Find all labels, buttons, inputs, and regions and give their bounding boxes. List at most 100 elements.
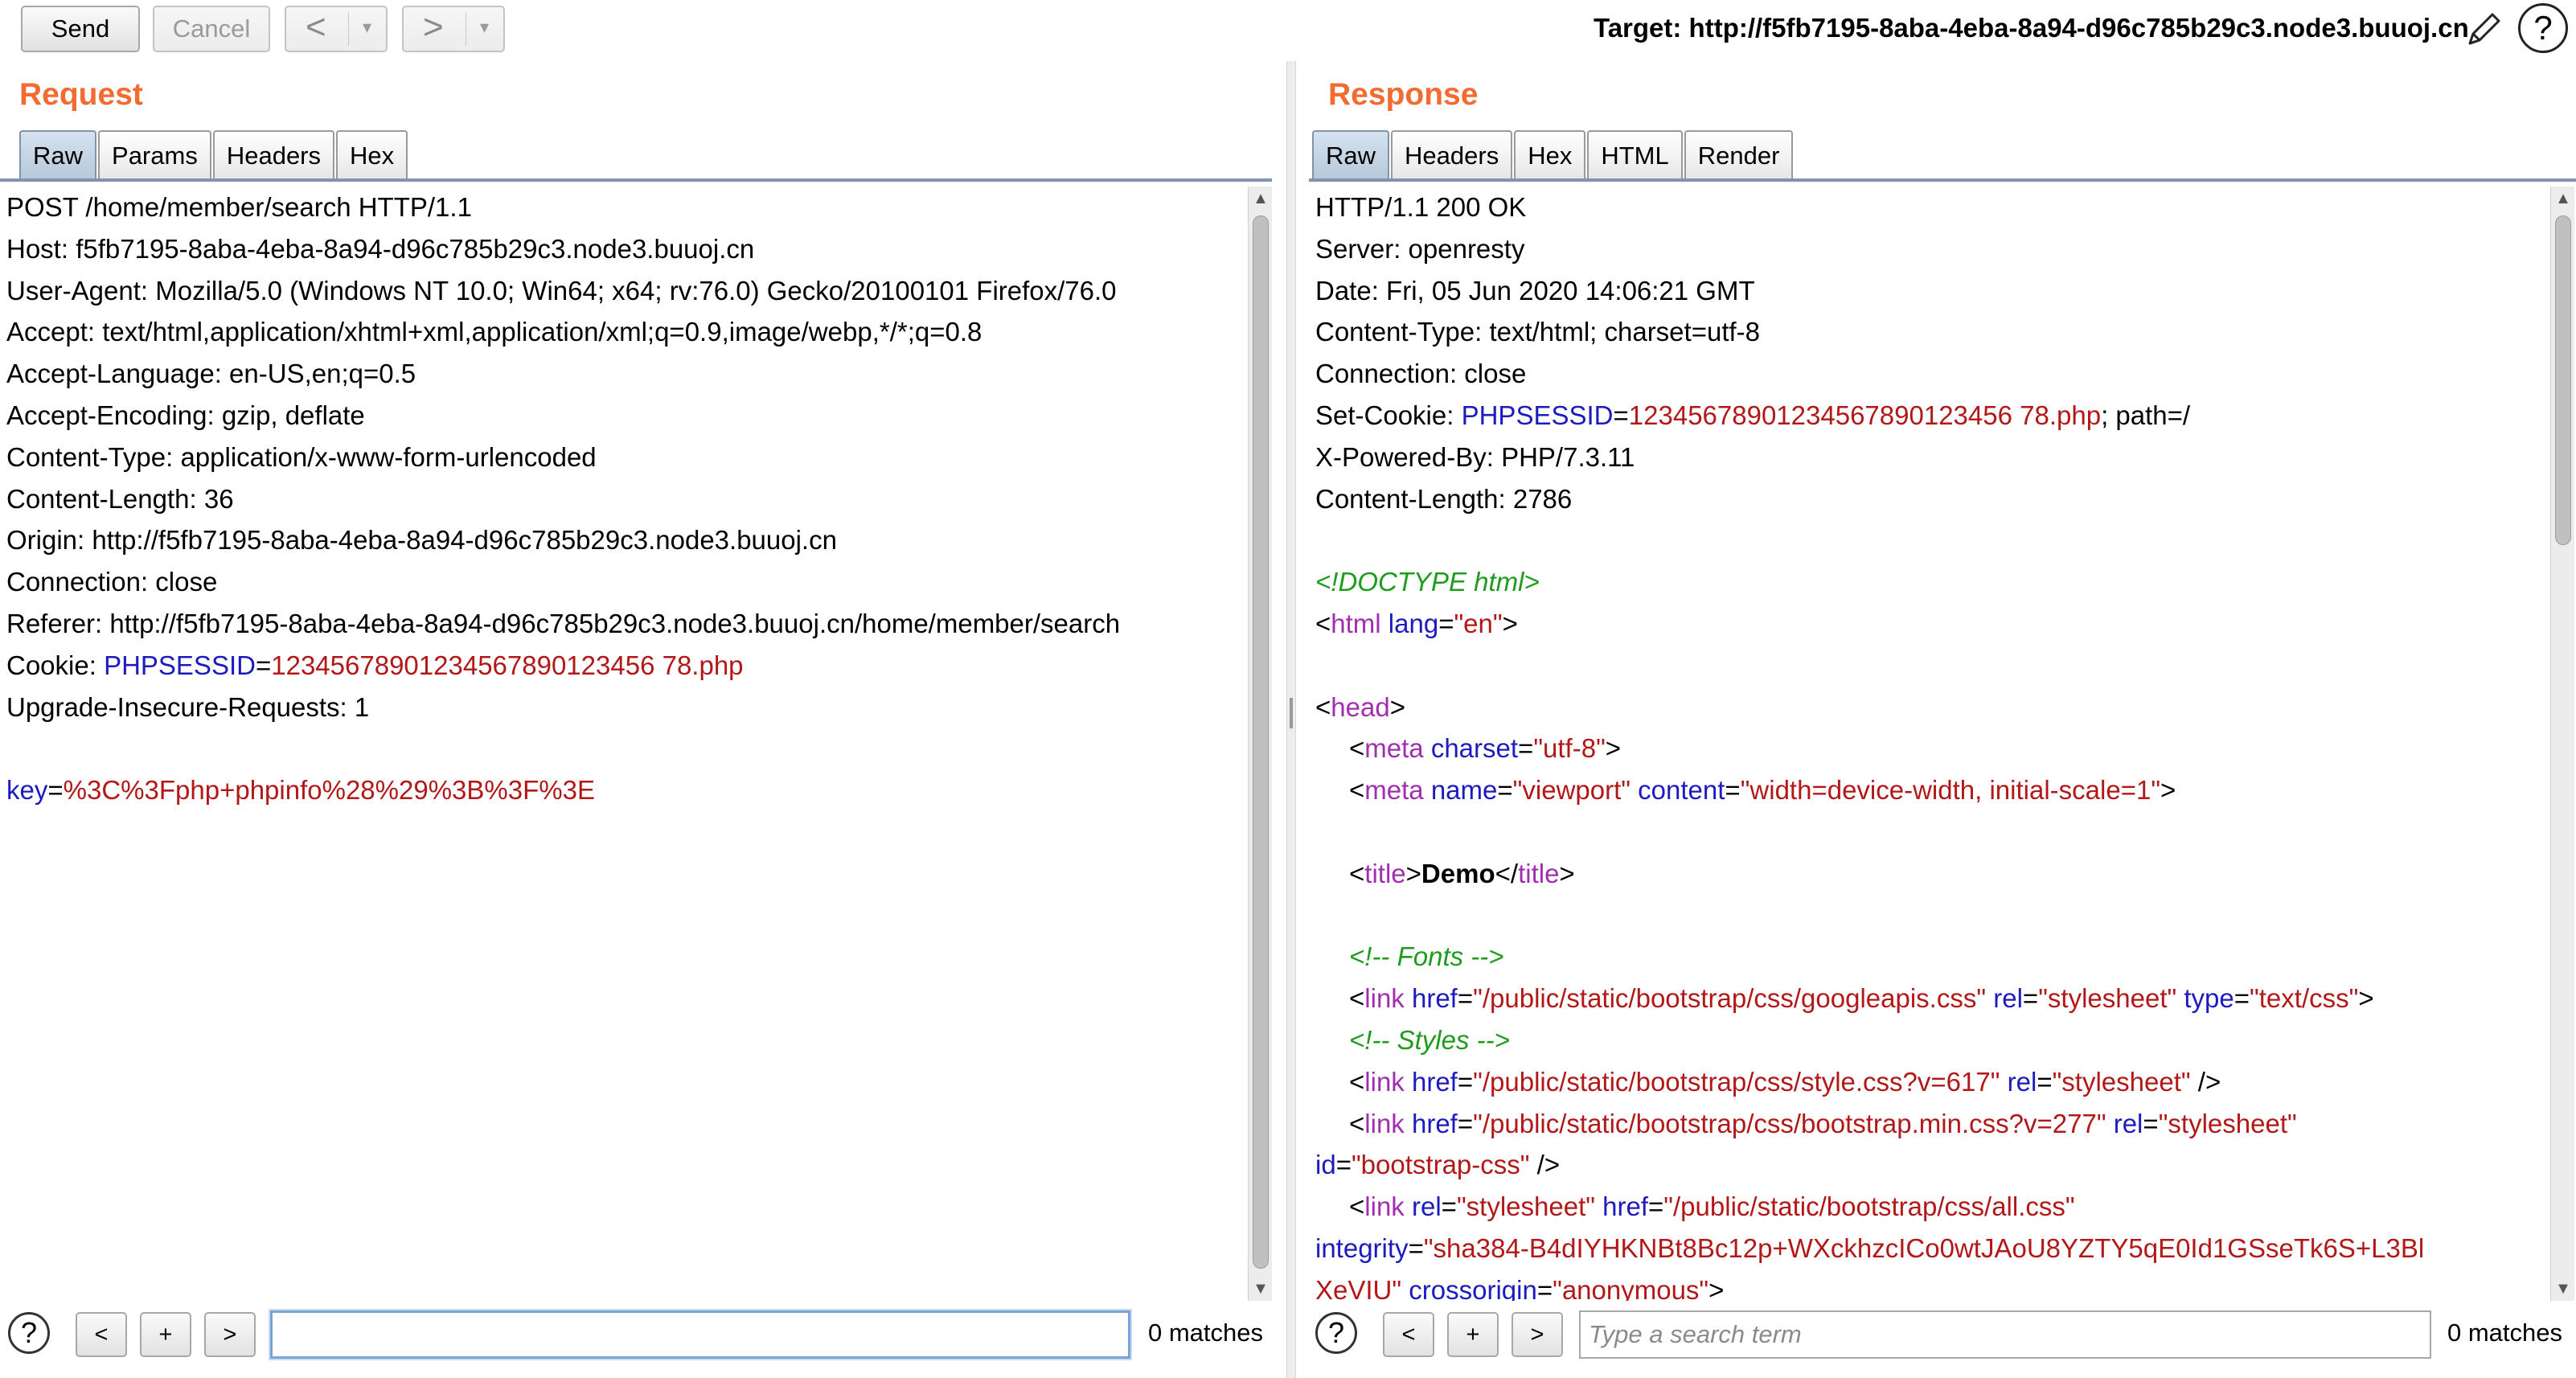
add-match-button[interactable]: +: [1447, 1312, 1499, 1357]
next-match-button[interactable]: >: [204, 1312, 256, 1357]
integrity-line-cont: XeVIU" crossorigin="anonymous">: [1309, 1269, 2550, 1301]
integrity-line: integrity="sha384-B4dIYHKNBt8Bc12p+WXckh…: [1315, 1232, 2425, 1263]
request-body: key=%3C%3Fphp+phpinfo%28%29%3B%3F%3E: [0, 769, 1248, 811]
previous-match-button[interactable]: <: [76, 1312, 127, 1357]
html-open-tag: <html lang="en">: [1315, 608, 1518, 638]
doctype-line: <!DOCTYPE html>: [1315, 567, 1540, 597]
response-header-connection: Connection: close: [1315, 359, 1527, 389]
attr-value: "/public/static/bootstrap/css/googleapis…: [1473, 983, 1987, 1014]
link-bootstrap-tag: <link href="/public/static/bootstrap/css…: [1349, 1108, 2297, 1138]
cookie-label: Cookie:: [6, 650, 105, 680]
scroll-thumb[interactable]: [2555, 215, 2571, 545]
response-header-server: Server: openresty: [1315, 233, 1525, 264]
request-header-user-agent: User-Agent: Mozilla/5.0 (Windows NT 10.0…: [6, 275, 1117, 306]
status-line: HTTP/1.1 200 OK: [1315, 192, 1527, 222]
attr-value: "en": [1454, 608, 1503, 638]
cookie-name: PHPSESSID: [1461, 400, 1614, 430]
attr-value: "stylesheet": [2038, 983, 2177, 1014]
request-header-accept-encoding: Accept-Encoding: gzip, deflate: [6, 400, 365, 430]
attr-value: "viewport": [1512, 775, 1631, 806]
request-editor[interactable]: POST /home/member/search HTTP/1.1 Host: …: [0, 187, 1248, 1301]
tab-headers[interactable]: Headers: [212, 130, 335, 180]
request-header-origin: Origin: http://f5fb7195-8aba-4eba-8a94-d…: [6, 525, 837, 556]
title-text: Demo: [1421, 858, 1495, 888]
response-header-powered-by: X-Powered-By: PHP/7.3.11: [1315, 441, 1635, 472]
help-icon[interactable]: ?: [2518, 3, 2568, 53]
chevron-left-icon: <: [306, 7, 326, 47]
request-search-bar: ? < + > 0 matches: [0, 1306, 1286, 1365]
request-header-upgrade: Upgrade-Insecure-Requests: 1: [6, 691, 370, 722]
tab-headers[interactable]: Headers: [1391, 130, 1513, 180]
tab-hex[interactable]: Hex: [336, 130, 408, 180]
request-header-host: Host: f5fb7195-8aba-4eba-8a94-d96c785b29…: [6, 233, 755, 264]
cookie-value: 12345678901234567890123456 78.php: [271, 650, 744, 680]
attr-value: "anonymous": [1553, 1274, 1709, 1301]
body-param-value: %3C%3Fphp+phpinfo%28%29%3B%3F%3E: [63, 775, 595, 806]
pencil-icon[interactable]: [2462, 6, 2507, 51]
attr-name: name: [1430, 775, 1498, 806]
attr-value: "/public/static/bootstrap/css/all.css": [1663, 1191, 2075, 1222]
scroll-up-icon[interactable]: ▲: [1249, 187, 1273, 211]
body-param-name: key: [6, 775, 48, 806]
previous-match-button[interactable]: <: [1383, 1312, 1434, 1357]
tab-params[interactable]: Params: [98, 130, 211, 180]
response-scrollbar[interactable]: ▲ ▼: [2550, 187, 2574, 1301]
scroll-thumb[interactable]: [1253, 215, 1269, 1269]
cancel-button[interactable]: Cancel: [153, 6, 270, 52]
attr-value: XeVIU": [1315, 1274, 1402, 1301]
forward-button[interactable]: > ▾: [402, 6, 505, 52]
tab-raw[interactable]: Raw: [19, 130, 97, 180]
tab-underline: [0, 178, 1272, 182]
back-button[interactable]: < ▾: [285, 6, 388, 52]
scroll-down-icon[interactable]: ▼: [1249, 1277, 1273, 1301]
tab-raw[interactable]: Raw: [1312, 130, 1390, 180]
search-input[interactable]: [270, 1310, 1130, 1359]
search-input[interactable]: [1579, 1310, 2431, 1359]
dropdown-caret-icon[interactable]: ▾: [363, 17, 371, 38]
splitter-grip-icon[interactable]: [1290, 698, 1293, 728]
attr-name: charset: [1430, 733, 1519, 764]
dropdown-caret-icon[interactable]: ▾: [480, 17, 489, 38]
split-divider: [348, 12, 349, 46]
comment-styles: <!-- Styles -->: [1349, 1024, 1510, 1055]
attr-value: "sha384-B4dIYHKNBt8Bc12p+WXckhzcICo0wtJA…: [1423, 1232, 2425, 1263]
attr-value: "stylesheet": [2158, 1108, 2297, 1138]
attr-value: "width=device-width, initial-scale=1": [1740, 775, 2161, 806]
request-title: Request: [19, 77, 143, 112]
tab-render[interactable]: Render: [1684, 130, 1794, 180]
chevron-right-icon: >: [423, 7, 444, 47]
scroll-up-icon[interactable]: ▲: [2551, 187, 2575, 211]
equals-sign: =: [47, 775, 64, 806]
request-header-content-type: Content-Type: application/x-www-form-url…: [6, 441, 597, 472]
request-header-content-length: Content-Length: 36: [6, 483, 234, 514]
request-header-accept: Accept: text/html,application/xhtml+xml,…: [6, 317, 982, 347]
attr-name: lang: [1388, 608, 1439, 638]
request-header-accept-language: Accept-Language: en-US,en;q=0.5: [6, 359, 416, 389]
help-icon[interactable]: ?: [1315, 1312, 1357, 1354]
attr-value: "/public/static/bootstrap/css/bootstrap.…: [1473, 1108, 2106, 1138]
help-icon[interactable]: ?: [8, 1312, 50, 1354]
head-open-tag: <head>: [1315, 691, 1405, 722]
toolbar: Send Cancel < ▾ > ▾ Target: http://f5fb7…: [0, 0, 2576, 58]
request-scrollbar[interactable]: ▲ ▼: [1248, 187, 1272, 1301]
scroll-down-icon[interactable]: ▼: [2551, 1277, 2575, 1301]
target-label: Target: http://f5fb7195-8aba-4eba-8a94-d…: [1594, 13, 2469, 43]
comment-fonts: <!-- Fonts -->: [1349, 941, 1504, 972]
send-button[interactable]: Send: [21, 6, 140, 52]
response-header-set-cookie: Set-Cookie: PHPSESSID=123456789012345678…: [1309, 395, 2550, 437]
request-line: POST /home/member/search HTTP/1.1: [6, 192, 472, 222]
request-header-referer: Referer: http://f5fb7195-8aba-4eba-8a94-…: [6, 608, 1121, 638]
tab-html[interactable]: HTML: [1587, 130, 1683, 180]
attr-name: content: [1638, 775, 1725, 806]
next-match-button[interactable]: >: [1512, 1312, 1563, 1357]
add-match-button[interactable]: +: [140, 1312, 191, 1357]
response-editor[interactable]: HTTP/1.1 200 OK Server: openresty Date: …: [1309, 187, 2550, 1301]
link-googleapis-tag: <link href="/public/static/bootstrap/css…: [1349, 983, 2374, 1014]
meta-viewport-tag: <meta name="viewport" content="width=dev…: [1349, 775, 2176, 806]
tab-underline: [1309, 178, 2576, 182]
tab-hex[interactable]: Hex: [1514, 130, 1586, 180]
